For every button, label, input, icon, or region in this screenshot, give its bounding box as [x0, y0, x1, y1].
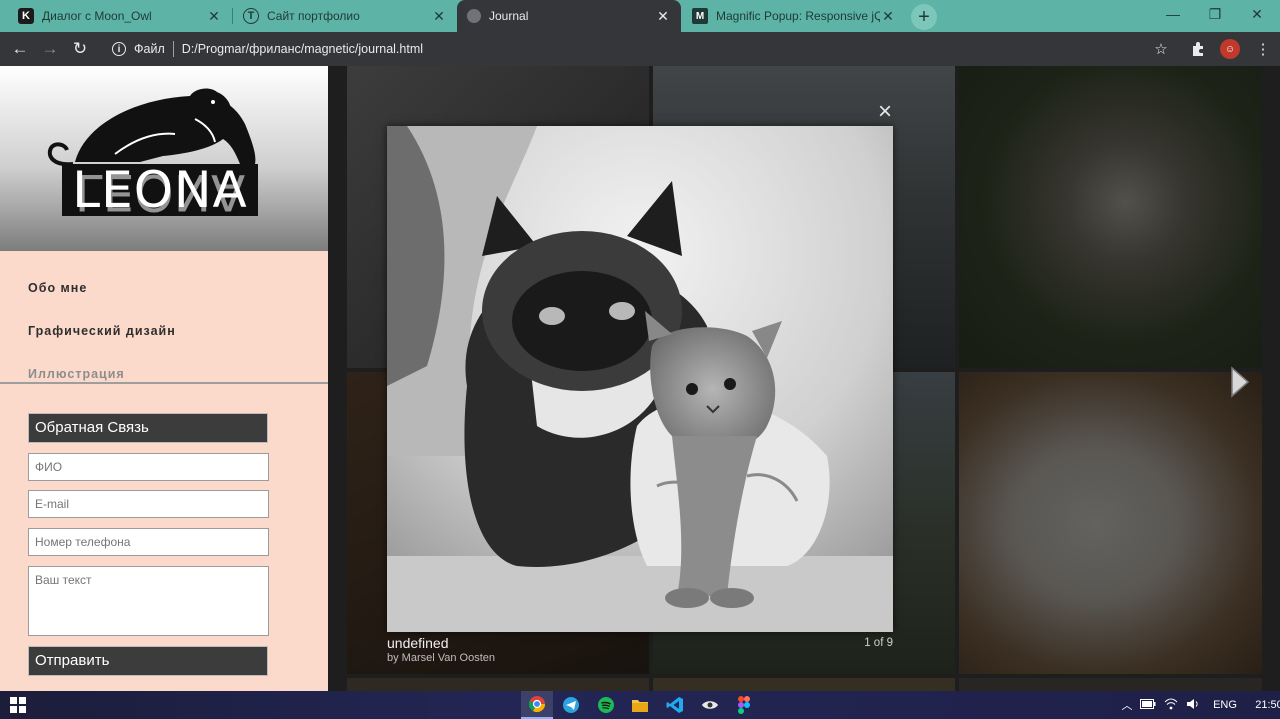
telegram-taskbar-icon[interactable]: [555, 691, 587, 719]
spotify-taskbar-icon[interactable]: [590, 691, 622, 719]
extensions-puzzle-icon[interactable]: [1187, 38, 1209, 60]
tab-title: Journal: [489, 9, 529, 23]
sidebar: LEONA LEONA Обо мне Графический дизайн И…: [0, 66, 328, 691]
submit-button[interactable]: Отправить: [28, 646, 268, 676]
bookmark-star-icon[interactable]: ☆: [1150, 38, 1172, 60]
browser-toolbar: ← → ↻ i Файл D:/Progmar/фриланс/magnetic…: [0, 32, 1280, 66]
window-close-button[interactable]: ✕: [1236, 0, 1278, 28]
tab-title: Диалог с Moon_Owl: [42, 9, 152, 23]
tab-magnific[interactable]: M Magnific Popup: Responsive jQu ✕: [682, 0, 906, 32]
windows-start-button[interactable]: [2, 691, 34, 719]
back-button[interactable]: ←: [6, 32, 34, 66]
lightbox-counter: 1 of 9: [864, 637, 893, 649]
minimize-button[interactable]: —: [1152, 0, 1194, 28]
lightbox-title: undefined: [387, 635, 449, 651]
logo[interactable]: LEONA LEONA: [0, 66, 328, 251]
chrome-taskbar-icon[interactable]: [521, 691, 553, 719]
lightbox-close-button[interactable]: ×: [873, 100, 897, 124]
tab-journal[interactable]: Journal ✕: [457, 0, 681, 32]
clock[interactable]: 21:50: [1250, 699, 1280, 711]
maximize-button[interactable]: ❐: [1194, 0, 1236, 28]
windows-taskbar: ︿ ENG 21:50: [0, 691, 1280, 719]
scheme-label: Файл: [134, 42, 165, 56]
message-field[interactable]: [28, 566, 269, 636]
info-icon[interactable]: i: [112, 42, 126, 56]
volume-icon[interactable]: [1182, 698, 1204, 713]
tab-portfolio[interactable]: T Сайт портфолио ✕: [233, 0, 457, 32]
menu-kebab-icon[interactable]: ⋮: [1252, 38, 1274, 60]
forward-button[interactable]: →: [36, 32, 64, 66]
magnific-icon: M: [692, 8, 708, 24]
wifi-icon[interactable]: [1160, 698, 1182, 713]
close-icon[interactable]: ✕: [206, 8, 222, 25]
file-explorer-taskbar-icon[interactable]: [624, 691, 656, 719]
system-tray: ︿ ENG 21:50: [1118, 691, 1280, 719]
language-indicator[interactable]: ENG: [1208, 699, 1242, 711]
address-bar[interactable]: i Файл D:/Progmar/фриланс/magnetic/journ…: [104, 35, 1144, 63]
vscode-taskbar-icon[interactable]: [659, 691, 691, 719]
phone-field[interactable]: [28, 528, 269, 556]
profile-avatar-icon[interactable]: ☺: [1219, 38, 1241, 60]
windows-logo-icon: [10, 697, 26, 713]
close-icon[interactable]: ✕: [431, 8, 447, 25]
app-taskbar-icon[interactable]: [694, 691, 726, 719]
tab-title: Magnific Popup: Responsive jQu: [716, 9, 880, 23]
nav-divider: [0, 382, 328, 384]
address-divider: [172, 41, 174, 57]
lightbox-author: by Marsel Van Oosten: [387, 652, 496, 664]
email-field[interactable]: [28, 490, 269, 518]
url-text[interactable]: D:/Progmar/фриланс/magnetic/journal.html: [182, 42, 423, 56]
lightbox-caption: undefined by Marsel Van Oosten 1 of 9: [387, 635, 893, 665]
chevron-up-icon[interactable]: ︿: [1118, 697, 1136, 713]
close-icon[interactable]: ✕: [655, 8, 671, 25]
nav-illustration[interactable]: Иллюстрация: [28, 367, 176, 383]
logo-reflection: LEONA: [74, 163, 246, 221]
cat-and-kitten-photo: [387, 126, 893, 632]
tilda-icon: T: [243, 8, 259, 24]
new-tab-button[interactable]: +: [911, 4, 937, 30]
nav-about[interactable]: Обо мне: [28, 281, 176, 297]
sidebar-nav: Обо мне Графический дизайн Иллюстрация: [28, 281, 176, 410]
nav-graphic-design[interactable]: Графический дизайн: [28, 324, 176, 340]
lightbox-image[interactable]: [387, 126, 893, 632]
globe-icon: [467, 9, 481, 23]
tab-title: Сайт портфолио: [267, 9, 360, 23]
tab-dialog[interactable]: K Диалог с Moon_Owl ✕: [8, 0, 232, 32]
reload-button[interactable]: ↻: [66, 32, 94, 66]
battery-icon[interactable]: [1136, 698, 1160, 712]
feedback-form-title: Обратная Связь: [28, 413, 268, 443]
next-arrow-icon[interactable]: [1224, 362, 1254, 402]
name-field[interactable]: [28, 453, 269, 481]
figma-taskbar-icon[interactable]: [728, 691, 760, 719]
page-viewport: LEONA LEONA Обо мне Графический дизайн И…: [0, 66, 1280, 691]
kinopoisk-icon: K: [18, 8, 34, 24]
close-icon[interactable]: ✕: [880, 8, 896, 25]
tab-strip: K Диалог с Moon_Owl ✕ T Сайт портфолио ✕…: [0, 0, 1280, 32]
